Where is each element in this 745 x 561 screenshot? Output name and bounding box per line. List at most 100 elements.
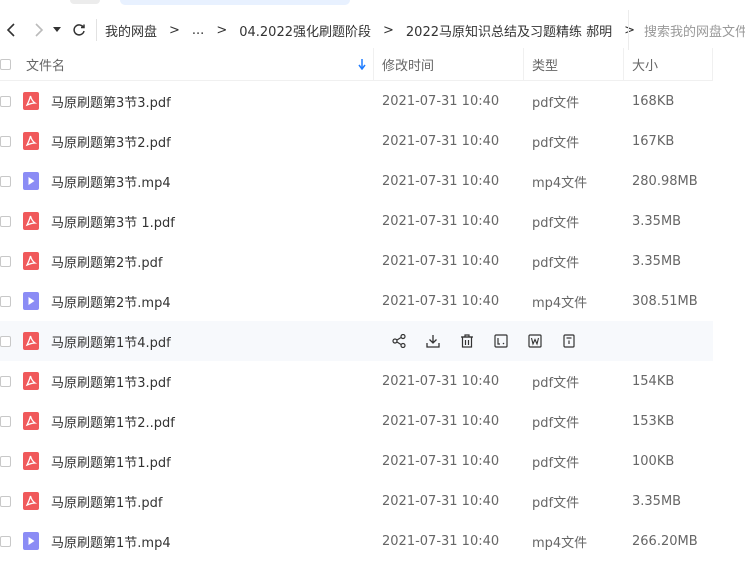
file-type: mp4文件 [532,175,588,191]
file-modified-time: 2021-07-31 10:40 [382,133,500,149]
file-type: pdf文件 [532,95,580,111]
file-name[interactable]: 马原刷题第3节.mp4 [51,161,171,201]
file-size: 100KB [632,453,675,469]
file-type: pdf文件 [532,375,580,391]
file-name[interactable]: 马原刷题第1节.mp4 [51,521,171,561]
file-size: 153KB [632,413,675,429]
path-bar: 我的网盘 > ... > 04.2022强化刷题阶段 > 2022马原知识总结及… [0,10,745,50]
sort-desc-icon[interactable] [358,48,366,80]
caret-down-icon [53,27,61,32]
file-type: pdf文件 [532,135,580,151]
file-modified-time: 2021-07-31 10:40 [382,533,500,549]
file-name[interactable]: 马原刷题第1节1.pdf [51,441,171,481]
column-modified[interactable]: 修改时间 [382,48,434,80]
select-all-checkbox[interactable] [0,48,11,80]
row-checkbox[interactable] [0,521,11,561]
pdf-icon [23,401,39,441]
file-row[interactable]: 马原刷题第1节3.pdf 2021-07-31 10:40 pdf文件 154K… [0,361,713,401]
file-row[interactable]: 马原刷题第1节1.pdf 2021-07-31 10:40 pdf文件 100K… [0,441,713,481]
pdf-icon [23,361,39,401]
breadcrumb-root[interactable]: 我的网盘 [105,21,157,40]
file-row[interactable]: 马原刷题第1节4.pdf [0,321,713,361]
column-type[interactable]: 类型 [532,48,558,80]
file-list-header: 文件名 修改时间 类型 大小 [0,48,713,81]
file-row[interactable]: 马原刷题第3节3.pdf 2021-07-31 10:40 pdf文件 168K… [0,81,713,121]
file-size: 154KB [632,373,675,389]
row-checkbox[interactable] [0,321,11,361]
row-checkbox[interactable] [0,121,11,161]
file-modified-time: 2021-07-31 10:40 [382,413,500,429]
history-dropdown-button[interactable] [50,10,64,50]
refresh-button[interactable] [68,10,90,50]
video-icon [23,161,39,201]
file-name[interactable]: 马原刷题第1节.pdf [51,481,162,521]
breadcrumb-folder-1[interactable]: 04.2022强化刷题阶段 [239,21,371,40]
column-size[interactable]: 大小 [632,48,658,80]
file-modified-time: 2021-07-31 10:40 [382,173,500,189]
breadcrumb-folder-2[interactable]: 2022马原知识总结及习题精练 郝明 [406,21,612,40]
download-icon[interactable] [416,321,450,361]
file-modified-time: 2021-07-31 10:40 [382,373,500,389]
file-name[interactable]: 马原刷题第1节4.pdf [51,321,171,361]
file-size: 167KB [632,133,675,149]
file-row[interactable]: 马原刷题第2节.pdf 2021-07-31 10:40 pdf文件 3.35M… [0,241,713,281]
file-size: 308.51MB [632,293,698,309]
row-checkbox[interactable] [0,241,11,281]
divider [96,19,97,41]
file-name[interactable]: 马原刷题第2节.pdf [51,241,162,281]
row-checkbox[interactable] [0,441,11,481]
pdf-icon [23,321,39,361]
search-input[interactable]: 搜索我的网盘文件 [628,10,745,50]
file-size: 3.35MB [632,493,682,509]
file-name[interactable]: 马原刷题第3节3.pdf [51,81,171,121]
more-doc-icon[interactable] [552,321,586,361]
file-size: 280.98MB [632,173,698,189]
share-icon[interactable] [382,321,416,361]
file-row[interactable]: 马原刷题第1节.pdf 2021-07-31 10:40 pdf文件 3.35M… [0,481,713,521]
word-convert-icon[interactable] [518,321,552,361]
file-name[interactable]: 马原刷题第2节.mp4 [51,281,171,321]
row-checkbox[interactable] [0,81,11,121]
breadcrumb-separator: > [216,22,228,38]
file-row[interactable]: 马原刷题第3节 1.pdf 2021-07-31 10:40 pdf文件 3.3… [0,201,713,241]
pdf-icon [23,481,39,521]
row-checkbox[interactable] [0,281,11,321]
pdf-icon [23,441,39,481]
file-row[interactable]: 马原刷题第3节2.pdf 2021-07-31 10:40 pdf文件 167K… [0,121,713,161]
file-type: pdf文件 [532,215,580,231]
video-icon [23,281,39,321]
breadcrumb-separator: > [383,22,394,38]
row-checkbox[interactable] [0,361,11,401]
file-type: pdf文件 [532,455,580,471]
breadcrumb-ellipsis[interactable]: ... [192,23,204,38]
file-name[interactable]: 马原刷题第1节3.pdf [51,361,171,401]
top-decoration [0,0,745,6]
row-action-toolbar [382,321,586,361]
row-checkbox[interactable] [0,161,11,201]
file-name[interactable]: 马原刷题第3节2.pdf [51,121,171,161]
file-modified-time: 2021-07-31 10:40 [382,93,500,109]
row-checkbox[interactable] [0,401,11,441]
delete-icon[interactable] [450,321,484,361]
row-checkbox[interactable] [0,481,11,521]
column-name[interactable]: 文件名 [26,48,65,80]
file-row[interactable]: 马原刷题第2节.mp4 2021-07-31 10:40 mp4文件 308.5… [0,281,713,321]
file-row[interactable]: 马原刷题第1节2..pdf 2021-07-31 10:40 pdf文件 153… [0,401,713,441]
search-placeholder: 搜索我的网盘文件 [644,24,745,40]
back-button[interactable] [0,10,22,50]
chevron-left-icon [6,23,15,37]
file-name[interactable]: 马原刷题第1节2..pdf [51,401,175,441]
pdf-icon [23,241,39,281]
file-size: 3.35MB [632,213,682,229]
file-type: pdf文件 [532,495,580,511]
pdf-icon [23,201,39,241]
file-name[interactable]: 马原刷题第3节 1.pdf [51,201,175,241]
text-extract-icon[interactable] [484,321,518,361]
row-checkbox[interactable] [0,201,11,241]
file-row[interactable]: 马原刷题第3节.mp4 2021-07-31 10:40 mp4文件 280.9… [0,161,713,201]
file-row[interactable]: 马原刷题第1节.mp4 2021-07-31 10:40 mp4文件 266.2… [0,521,713,561]
file-modified-time: 2021-07-31 10:40 [382,453,500,469]
forward-button[interactable] [28,10,50,50]
breadcrumb-separator: > [169,22,180,38]
file-size: 3.35MB [632,253,682,269]
